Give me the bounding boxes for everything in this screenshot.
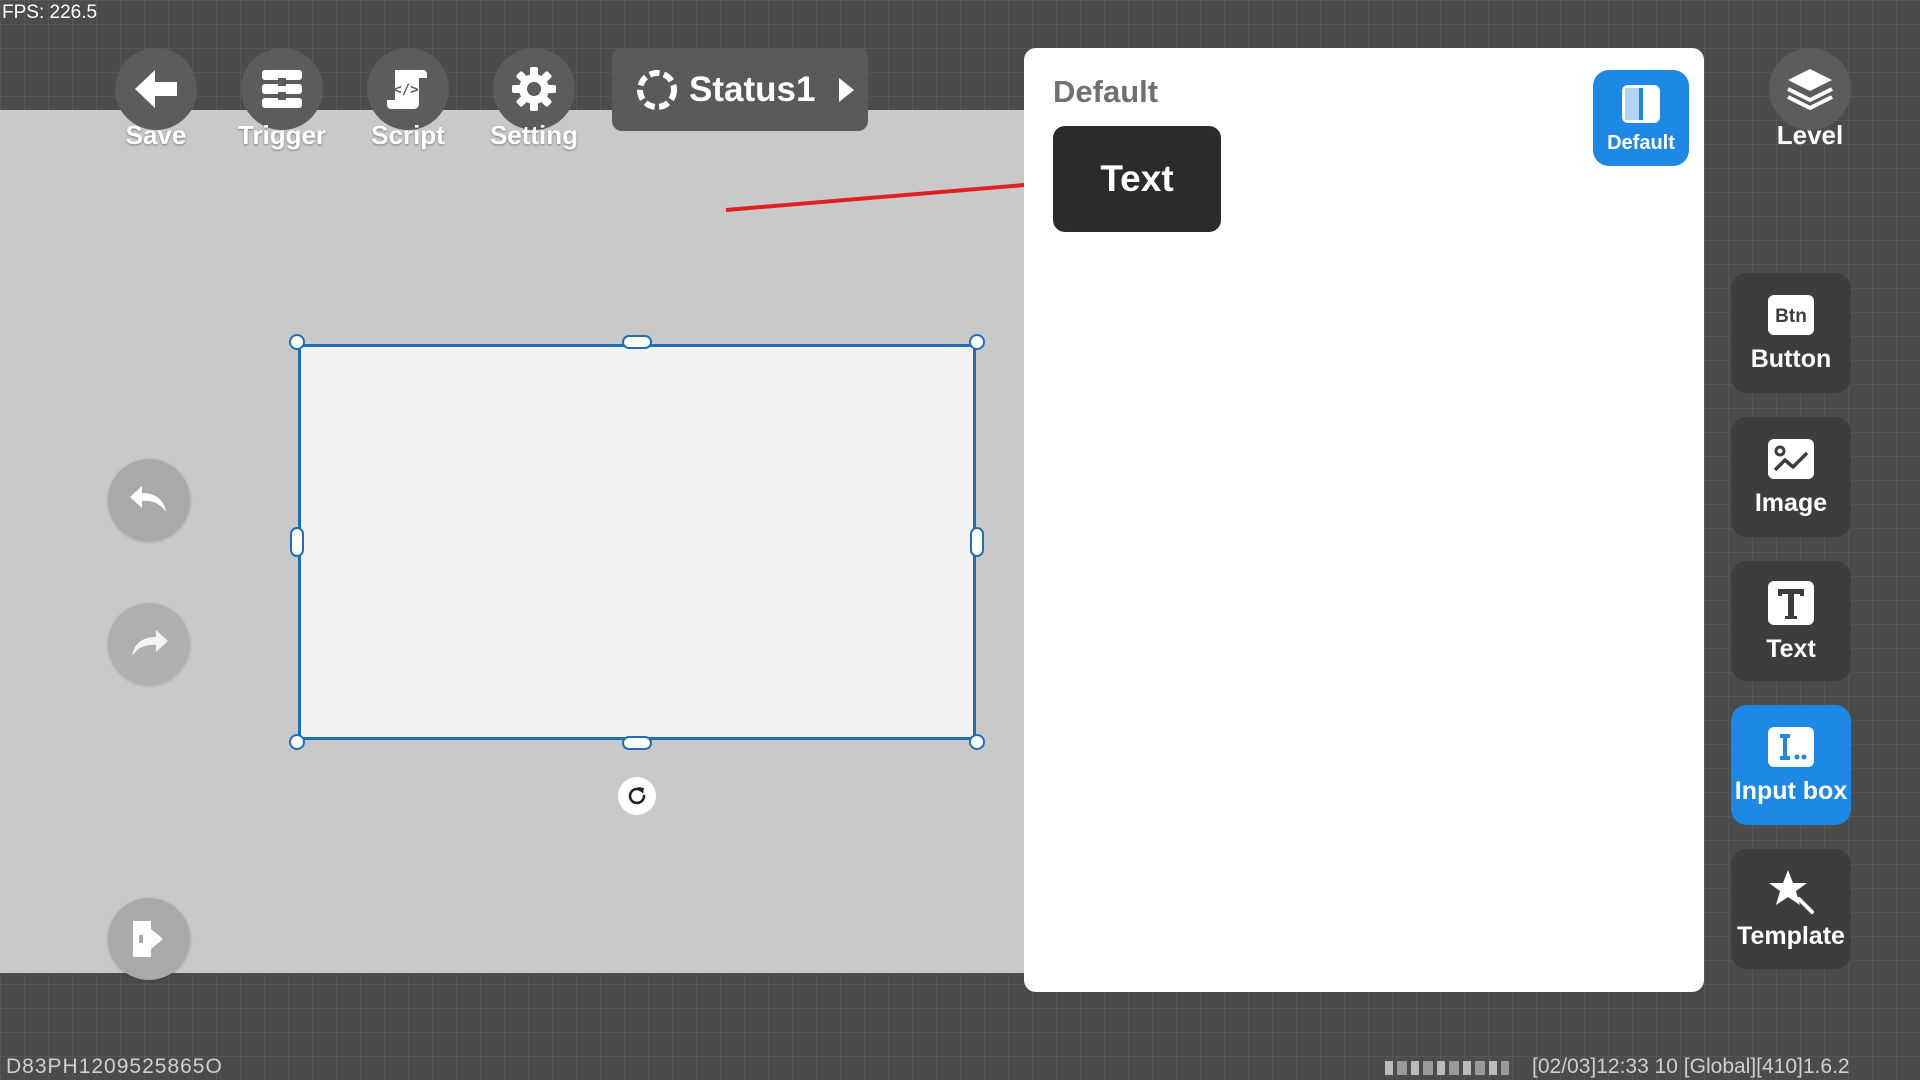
text-style-item[interactable]: Text (1053, 126, 1221, 232)
btn-icon: Btn (1768, 294, 1814, 335)
resize-handle-right[interactable] (970, 527, 984, 557)
add-template-component[interactable]: Template (1731, 849, 1851, 969)
panel-split-icon (1622, 84, 1660, 123)
redo-icon (132, 630, 168, 656)
resize-handle-top[interactable] (622, 335, 652, 349)
script-button[interactable]: </> Script (348, 48, 468, 151)
play-triangle-icon (837, 77, 855, 103)
undo-icon (130, 486, 166, 512)
rotate-icon (628, 787, 646, 805)
resize-handle-bottom-left[interactable] (289, 734, 305, 750)
image-icon (1768, 438, 1814, 479)
save-button[interactable]: Save (96, 48, 216, 151)
script-label: Script (371, 120, 445, 150)
input-box-component-label: Input box (1734, 776, 1848, 805)
trigger-label: Trigger (237, 120, 327, 150)
save-label: Save (125, 120, 187, 150)
setting-label: Setting (489, 120, 579, 150)
button-component-label: Button (1750, 344, 1832, 373)
selected-element[interactable] (298, 344, 976, 740)
add-input-box-component[interactable]: Input box (1731, 705, 1851, 825)
level-button[interactable]: Level (1750, 48, 1870, 151)
trigger-button[interactable]: Trigger (222, 48, 342, 151)
redacted-text (1385, 1061, 1509, 1075)
text-component-label: Text (1766, 634, 1816, 663)
image-component-label: Image (1754, 488, 1828, 517)
resize-handle-bottom-right[interactable] (969, 734, 985, 750)
add-image-component[interactable]: Image (1731, 417, 1851, 537)
default-toggle-button[interactable]: Default (1593, 70, 1689, 166)
resize-handle-bottom[interactable] (622, 736, 652, 750)
back-arrow-icon (115, 48, 197, 130)
script-icon: </> (367, 48, 449, 130)
default-toggle-label: Default (1607, 131, 1675, 154)
add-button-component[interactable]: Btn Button (1731, 273, 1851, 393)
build-info: [02/03]12:33 10 [Global][410]1.6.2 (1532, 1055, 1850, 1078)
resize-handle-top-left[interactable] (289, 334, 305, 350)
trigger-icon (241, 48, 323, 130)
status-selector[interactable]: Status1 (612, 48, 868, 131)
svg-text:Btn: Btn (1775, 306, 1807, 327)
svg-text:</>: </> (393, 82, 418, 98)
status-label: Status1 (689, 69, 816, 109)
text-icon (1768, 580, 1814, 625)
exit-door-icon (133, 921, 163, 957)
input-box-icon (1768, 726, 1814, 767)
resize-handle-top-right[interactable] (969, 334, 985, 350)
layers-icon (1769, 48, 1851, 130)
device-id: D83PH1209525865O (6, 1055, 223, 1078)
redo-button[interactable] (108, 603, 190, 685)
level-label: Level (1776, 120, 1844, 150)
gear-icon (493, 48, 575, 130)
setting-button[interactable]: Setting (474, 48, 594, 151)
template-component-label: Template (1737, 921, 1845, 950)
rotate-handle[interactable] (618, 777, 656, 815)
resize-handle-left[interactable] (290, 527, 304, 557)
panel-title: Default (1053, 74, 1159, 109)
fps-counter: FPS: 226.5 (2, 2, 98, 23)
undo-button[interactable] (108, 459, 190, 541)
exit-button[interactable] (108, 898, 190, 980)
component-panel: Default Text Default (1024, 48, 1704, 992)
template-icon (1769, 869, 1814, 914)
status-ring-icon (633, 66, 681, 114)
add-text-component[interactable]: Text (1731, 561, 1851, 681)
